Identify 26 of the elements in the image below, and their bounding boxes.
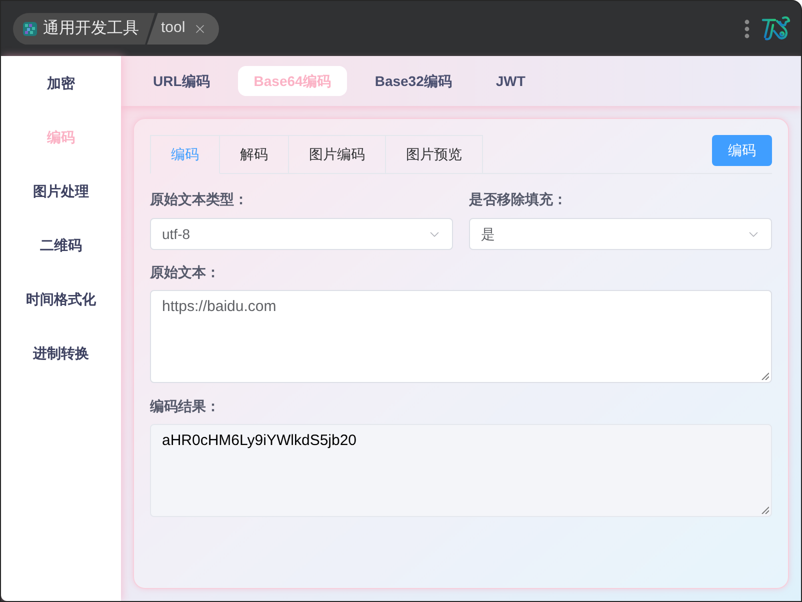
top-tab[interactable]: Base32编码 xyxy=(358,66,468,96)
page-tab[interactable]: tool xyxy=(147,12,220,44)
text-area[interactable]: aHR0cHM6Ly9iYWlkdS5jb20 xyxy=(150,424,772,517)
field-label: 是否移除填充： xyxy=(469,190,568,209)
text-area[interactable]: https://baidu.com xyxy=(150,290,772,383)
select-field[interactable]: 是 xyxy=(469,218,772,250)
field-label: 原始文本： xyxy=(150,263,221,282)
select-field[interactable]: utf-8 xyxy=(150,218,453,250)
app-breadcrumb[interactable]: 通用开发工具 xyxy=(13,12,155,44)
panel-tab[interactable]: 解码 xyxy=(220,135,289,174)
logo-icon xyxy=(761,14,791,42)
sidebar-item[interactable]: 加密 xyxy=(47,72,75,94)
field-label: 原始文本类型： xyxy=(150,190,249,209)
sidebar-item[interactable]: 图片处理 xyxy=(33,180,89,202)
resize-grip-icon[interactable] xyxy=(761,506,769,514)
more-menu-icon[interactable] xyxy=(744,18,750,38)
top-tab[interactable]: URL编码 xyxy=(137,66,226,96)
panel-tab[interactable]: 图片预览 xyxy=(386,135,483,174)
app-logo-icon xyxy=(23,22,37,36)
panel-tab[interactable]: 图片编码 xyxy=(289,135,386,174)
sidebar-item[interactable]: 二维码 xyxy=(40,234,82,256)
sidebar-item[interactable]: 时间格式化 xyxy=(26,288,96,310)
top-tab[interactable]: JWT xyxy=(480,66,542,96)
resize-grip-icon[interactable] xyxy=(761,372,769,380)
field-label: 编码结果： xyxy=(150,397,221,416)
sidebar-item[interactable]: 进制转换 xyxy=(33,342,89,364)
